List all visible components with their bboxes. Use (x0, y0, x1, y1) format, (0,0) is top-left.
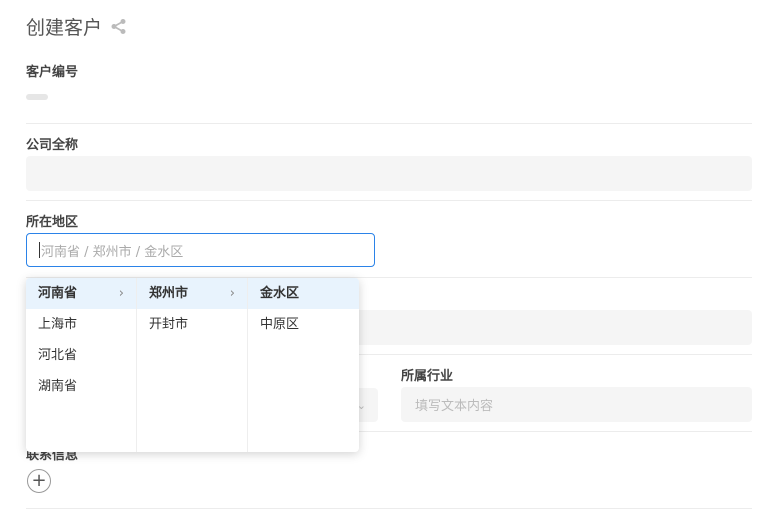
page-header: 创建客户 (26, 13, 127, 40)
page-title: 创建客户 (26, 17, 103, 39)
divider (26, 123, 752, 124)
divider (26, 508, 752, 509)
region-label: 所在地区 (26, 215, 79, 230)
chevron-right-icon: › (118, 286, 124, 301)
industry-label: 所属行业 (401, 369, 454, 384)
province-column: 河南省 › 上海市 河北省 湖南省 (26, 278, 137, 452)
district-option[interactable]: 中原区 (248, 309, 359, 340)
district-column: 金水区 中原区 (248, 278, 359, 452)
city-option[interactable]: 郑州市 › (137, 278, 247, 309)
customer-no-label: 客户编号 (26, 65, 79, 80)
province-option[interactable]: 河北省 (26, 340, 136, 371)
chevron-right-icon: › (229, 286, 235, 301)
industry-placeholder: 填写文本内容 (415, 399, 494, 414)
region-placeholder: 河南省 / 郑州市 / 金水区 (41, 244, 184, 260)
region-cascader-dropdown: 河南省 › 上海市 河北省 湖南省 郑州市 › 开封市 金水区 中原区 (26, 278, 359, 452)
add-contact-button[interactable]: + (27, 469, 51, 493)
province-option[interactable]: 上海市 (26, 309, 136, 340)
province-option[interactable]: 湖南省 (26, 371, 136, 402)
district-option[interactable]: 金水区 (248, 278, 359, 309)
city-column: 郑州市 › 开封市 (137, 278, 248, 452)
region-cascader-input[interactable]: 河南省 / 郑州市 / 金水区 (26, 233, 375, 267)
city-option[interactable]: 开封市 (137, 309, 247, 340)
create-customer-page: 创建客户 客户编号 公司全称 所在地区 河南省 / 郑州市 / 金水区 ⌄ 所属… (0, 0, 757, 513)
company-name-input[interactable] (26, 156, 752, 191)
divider (26, 200, 752, 201)
industry-input[interactable]: 填写文本内容 (401, 387, 752, 422)
company-name-label: 公司全称 (26, 138, 79, 153)
province-option[interactable]: 河南省 › (26, 278, 136, 309)
plus-icon: + (31, 470, 47, 491)
text-caret (39, 242, 40, 258)
share-icon[interactable] (110, 18, 127, 35)
customer-no-value (26, 94, 48, 100)
